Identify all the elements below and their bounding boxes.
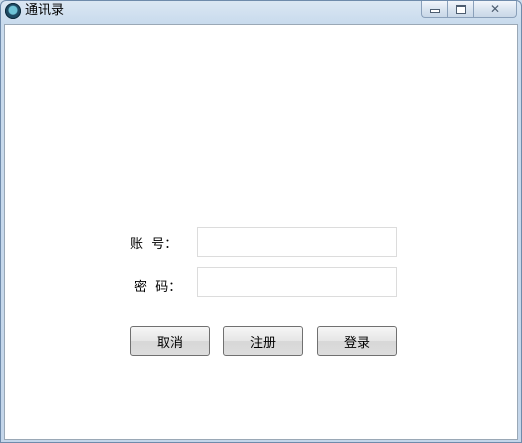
login-button[interactable]: 登录 <box>317 326 397 356</box>
cancel-button[interactable]: 取消 <box>130 326 210 356</box>
minimize-button[interactable] <box>421 1 447 18</box>
app-window: 通讯录 ✕ 账 号： 密 码： 取消 注册 登录 <box>0 0 522 443</box>
account-label: 账 号： <box>130 237 178 252</box>
maximize-icon <box>455 4 466 14</box>
password-input[interactable] <box>197 267 397 297</box>
minimize-icon <box>429 9 440 13</box>
app-logo-icon <box>5 3 21 19</box>
maximize-button[interactable] <box>447 1 473 18</box>
close-button[interactable]: ✕ <box>473 1 517 18</box>
close-icon: ✕ <box>489 2 501 16</box>
register-button[interactable]: 注册 <box>223 326 303 356</box>
password-label: 密 码： <box>134 280 182 295</box>
account-input[interactable] <box>197 227 397 257</box>
window-controls: ✕ <box>421 1 517 18</box>
login-panel: 账 号： 密 码： 取消 注册 登录 <box>4 24 518 440</box>
title-bar[interactable]: 通讯录 ✕ <box>1 1 521 23</box>
window-title: 通讯录 <box>25 3 65 18</box>
